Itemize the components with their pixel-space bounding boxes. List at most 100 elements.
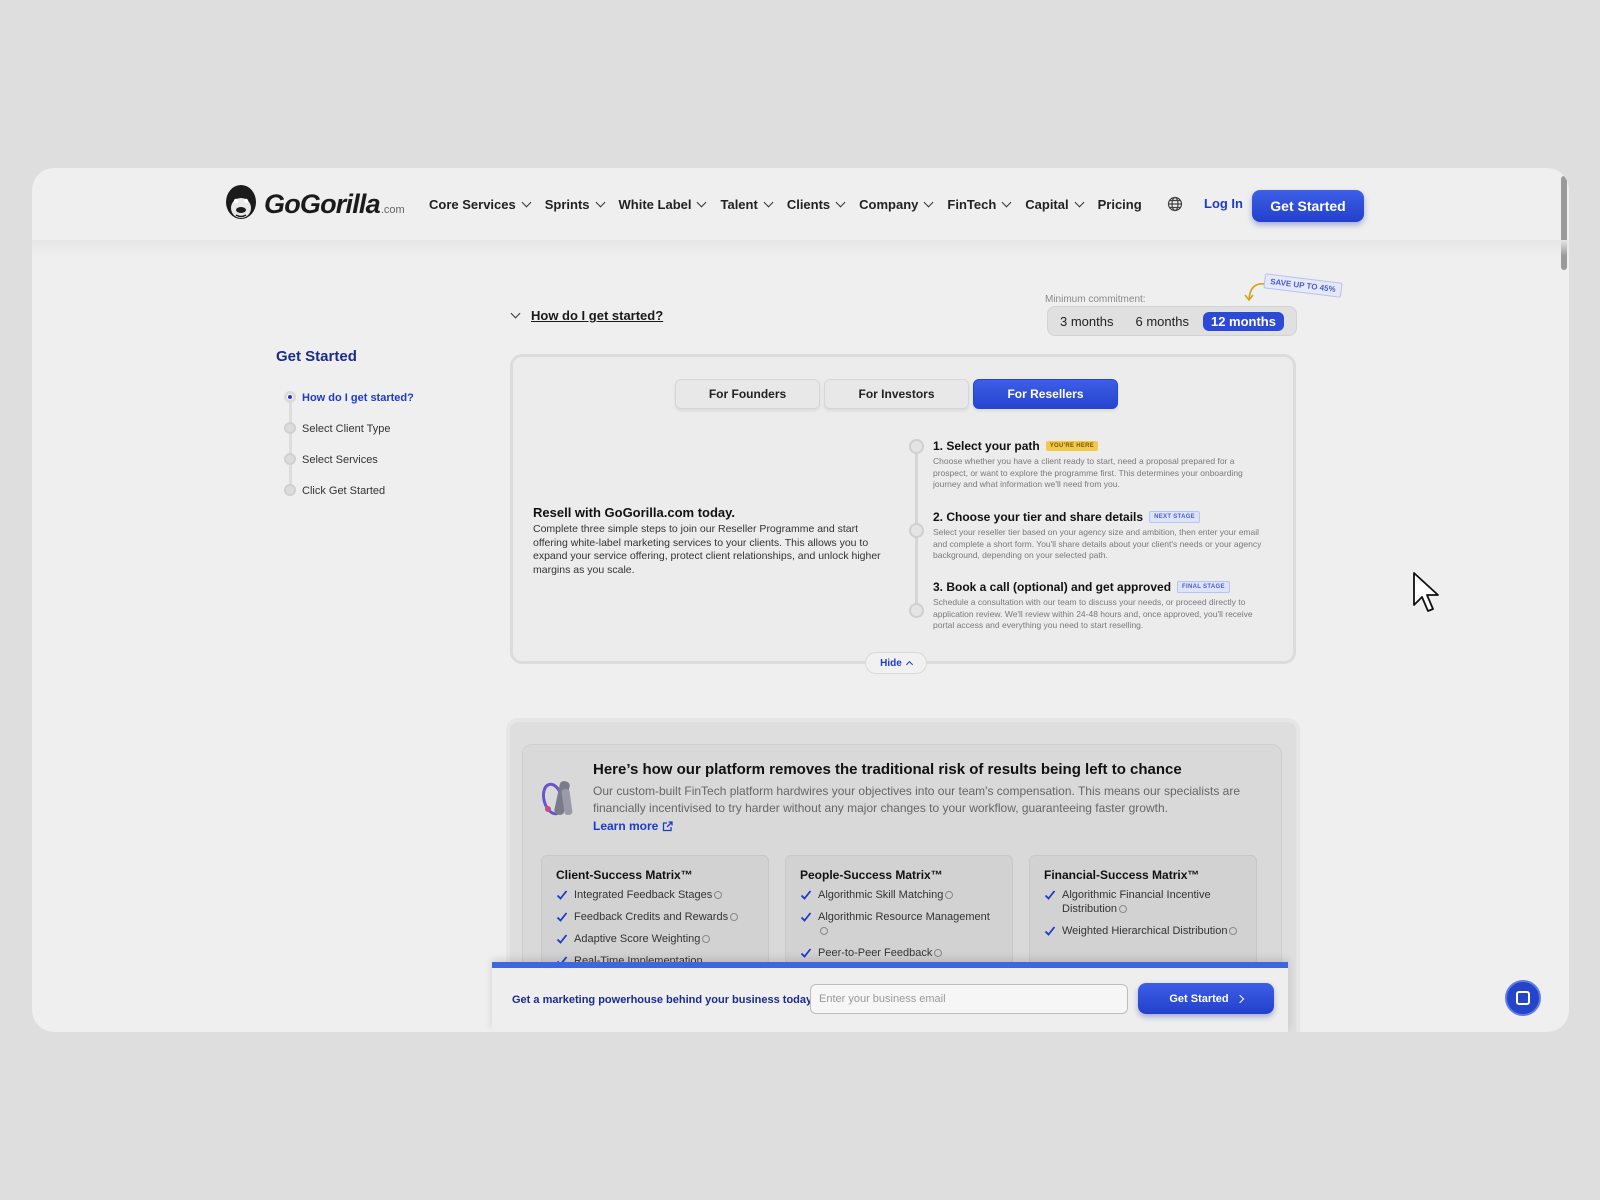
- status-badge: FINAL STAGE: [1177, 581, 1230, 593]
- login-link[interactable]: Log In: [1204, 196, 1243, 211]
- logo-text: GoGorilla: [264, 189, 381, 219]
- step-choose-tier: 2. Choose your tier and share details NEX…: [933, 510, 1263, 562]
- list-item: Peer-to-Peer Feedback: [800, 946, 998, 960]
- main-nav: Core Services Sprints White Label Talent…: [429, 192, 1157, 216]
- step-indicator-icon: [284, 484, 296, 496]
- nav-sprints[interactable]: Sprints: [545, 197, 605, 212]
- list-item: Adaptive Score Weighting: [556, 932, 754, 946]
- sidebar-step-select-services[interactable]: Select Services: [284, 444, 414, 475]
- step-select-path: 1. Select your path YOU'RE HERE Choose wh…: [933, 439, 1263, 491]
- globe-icon[interactable]: [1167, 196, 1183, 212]
- sidebar-steps: How do I get started? Select Client Type…: [284, 382, 414, 506]
- checkmark-icon: [556, 890, 568, 900]
- nav-talent[interactable]: Talent: [720, 197, 774, 212]
- info-icon[interactable]: [945, 891, 954, 899]
- header-get-started-button[interactable]: Get Started: [1252, 190, 1364, 222]
- nav-white-label[interactable]: White Label: [619, 197, 707, 212]
- commitment-label: Minimum commitment:: [1045, 294, 1146, 305]
- tab-for-founders[interactable]: For Founders: [675, 379, 820, 409]
- reseller-description: Complete three simple steps to join our …: [533, 523, 881, 576]
- step-title: 3. Book a call (optional) and get approv…: [933, 580, 1172, 594]
- chevron-down-icon: [521, 197, 532, 207]
- step-description: Schedule a consultation with our team to…: [933, 597, 1253, 630]
- chevron-down-icon: [595, 197, 605, 207]
- tab-for-resellers[interactable]: For Resellers: [973, 379, 1118, 409]
- info-icon[interactable]: [714, 891, 723, 899]
- info-icon[interactable]: [1229, 927, 1238, 935]
- people-success-matrix: People-Success Matrix™ Algorithmic Skill…: [785, 855, 1013, 965]
- checkmark-icon: [556, 912, 568, 922]
- checkmark-icon: [800, 890, 812, 900]
- list-item: Algorithmic Skill Matching: [800, 888, 998, 902]
- step-description: Select your reseller tier based on your …: [933, 527, 1262, 560]
- chevron-down-icon: [1074, 197, 1085, 207]
- checkmark-icon: [800, 948, 812, 958]
- nav-company[interactable]: Company: [859, 197, 934, 212]
- nav-capital[interactable]: Capital: [1025, 197, 1085, 212]
- mouse-cursor-icon: [1413, 572, 1439, 612]
- logo-suffix: .com: [380, 204, 405, 216]
- sidebar-step-select-client-type[interactable]: Select Client Type: [284, 413, 414, 444]
- sidebar-title: Get Started: [276, 348, 357, 365]
- commitment-selector: 3 months 6 months 12 months: [1047, 306, 1297, 336]
- chevron-right-icon: [1235, 994, 1244, 1003]
- chevron-down-icon: [1001, 197, 1012, 207]
- tab-for-investors[interactable]: For Investors: [824, 379, 969, 409]
- audience-tabs: For Founders For Investors For Resellers: [675, 379, 1122, 409]
- info-icon[interactable]: [730, 913, 739, 921]
- list-item: Feedback Credits and Rewards: [556, 910, 754, 924]
- info-icon[interactable]: [1119, 905, 1128, 913]
- sidebar-step-how-do-i-get-started[interactable]: How do I get started?: [284, 382, 414, 413]
- sticky-cta-label: Get a marketing powerhouse behind your b…: [512, 994, 816, 1006]
- nav-fintech[interactable]: FinTech: [947, 197, 1012, 212]
- list-item: Integrated Feedback Stages: [556, 888, 754, 902]
- checkmark-icon: [1044, 926, 1056, 936]
- sidebar-step-click-get-started[interactable]: Click Get Started: [284, 475, 414, 506]
- timeline-dot-icon: [909, 523, 924, 538]
- nav-core-services[interactable]: Core Services: [429, 197, 532, 212]
- external-link-icon: [663, 820, 674, 831]
- chevron-up-icon: [905, 660, 913, 669]
- list-item: Algorithmic Financial Incentive Distribu…: [1044, 888, 1242, 916]
- nav-pricing[interactable]: Pricing: [1098, 197, 1142, 212]
- chevron-down-icon: [923, 197, 934, 207]
- commitment-option-12-months[interactable]: 12 months: [1202, 311, 1284, 331]
- status-badge: NEXT STAGE: [1149, 511, 1200, 523]
- list-item: Algorithmic Resource Management: [800, 910, 998, 938]
- chevron-down-icon: [510, 308, 521, 319]
- step-title: 1. Select your path: [933, 439, 1040, 453]
- step-indicator-icon: [284, 453, 296, 465]
- commitment-option-6-months[interactable]: 6 months: [1127, 312, 1196, 331]
- checkmark-icon: [1044, 890, 1056, 900]
- learn-more-link[interactable]: Learn more: [593, 819, 674, 833]
- save-badge: SAVE UP TO 45%: [1263, 273, 1343, 298]
- chevron-down-icon: [835, 197, 846, 207]
- info-icon[interactable]: [934, 949, 943, 957]
- reseller-steps-card: For Founders For Investors For Resellers…: [510, 354, 1296, 674]
- fintech-platform-icon: [541, 781, 573, 816]
- step-indicator-icon: [284, 391, 296, 403]
- status-badge: YOU'RE HERE: [1045, 441, 1099, 451]
- business-email-input[interactable]: [810, 984, 1128, 1014]
- financial-success-matrix: Financial-Success Matrix™ Algorithmic Fi…: [1029, 855, 1257, 965]
- reseller-heading: Resell with GoGorilla.com today.: [533, 505, 736, 520]
- nav-clients[interactable]: Clients: [787, 197, 846, 212]
- commitment-option-3-months[interactable]: 3 months: [1052, 312, 1121, 331]
- list-item: Weighted Hierarchical Distribution: [1044, 924, 1242, 938]
- sticky-cta-bar: Get a marketing powerhouse behind your b…: [492, 962, 1288, 1032]
- how-do-i-get-started-toggle[interactable]: How do I get started?: [510, 308, 663, 323]
- info-icon[interactable]: [820, 927, 828, 935]
- timeline-dot-icon: [909, 439, 924, 454]
- step-book-call: 3. Book a call (optional) and get approv…: [933, 580, 1263, 632]
- chevron-down-icon: [763, 197, 774, 207]
- platform-description: Our custom-built FinTech platform hardwi…: [593, 784, 1241, 815]
- chat-icon: [1516, 991, 1530, 1005]
- sticky-get-started-button[interactable]: Get Started: [1138, 983, 1274, 1014]
- chat-widget-button[interactable]: [1505, 980, 1541, 1016]
- logo[interactable]: GoGorilla .com: [224, 184, 405, 224]
- info-icon[interactable]: [702, 935, 711, 943]
- hide-button[interactable]: Hide: [865, 652, 927, 674]
- chevron-down-icon: [697, 197, 707, 207]
- checkmark-icon: [800, 912, 812, 922]
- gorilla-logo-icon: [226, 185, 256, 219]
